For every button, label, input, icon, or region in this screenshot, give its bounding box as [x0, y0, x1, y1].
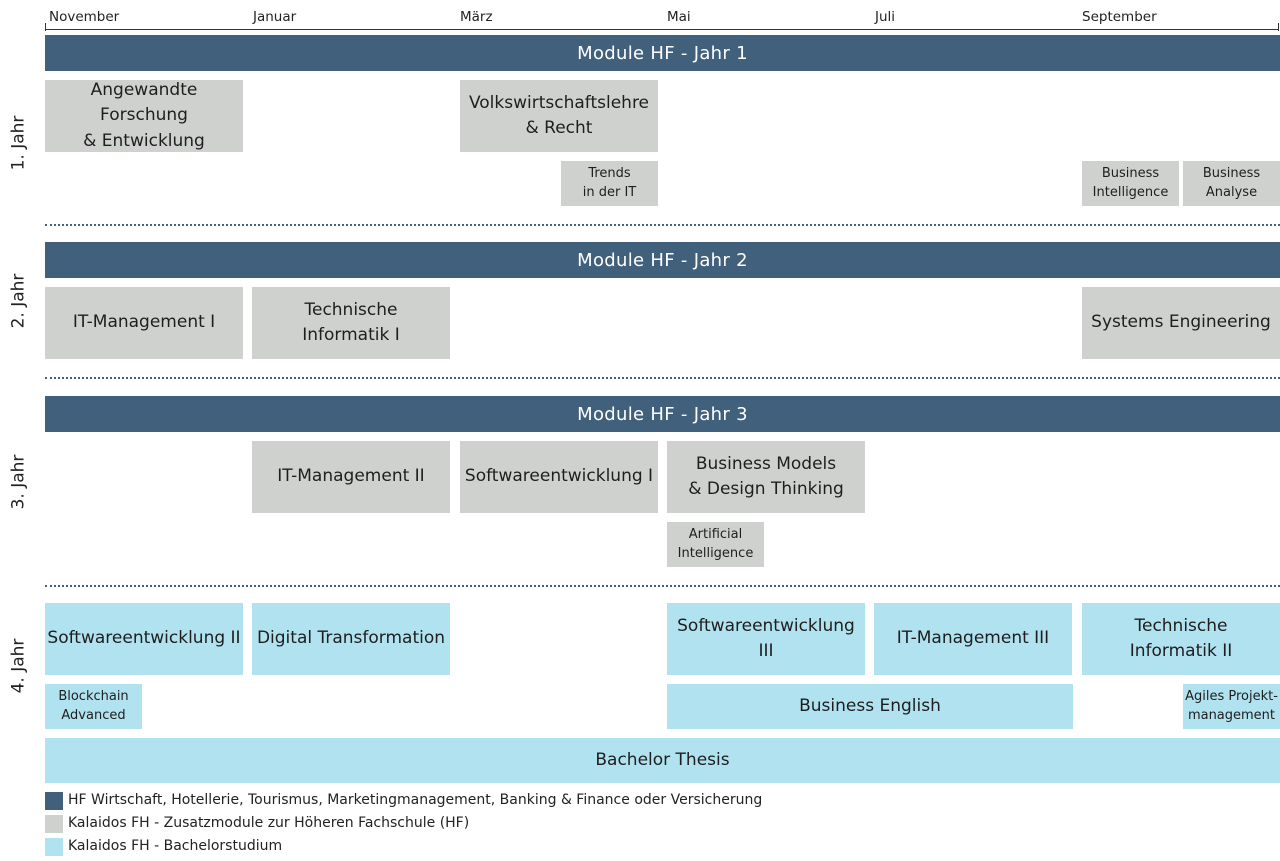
module-softwareentwicklung-3: Softwareentwicklung III [667, 603, 865, 675]
year-separator-3 [45, 585, 1280, 587]
month-maerz: März [460, 9, 493, 25]
module-technische-informatik-1: Technische Informatik I [252, 287, 450, 359]
module-blockchain-advanced: Blockchain Advanced [45, 684, 142, 729]
legend-swatch-zusatzmodule [45, 815, 63, 833]
module-bachelor-thesis: Bachelor Thesis [45, 738, 1280, 783]
module-softwareentwicklung-2: Softwareentwicklung II [45, 603, 243, 675]
module-digital-transformation: Digital Transformation [252, 603, 450, 675]
module-softwareentwicklung-1: Softwareentwicklung I [460, 441, 658, 513]
legend-swatch-hf [45, 792, 63, 810]
timeline-start-tick [45, 23, 46, 31]
year-separator-1 [45, 224, 1280, 226]
module-trends-in-der-it: Trends in der IT [561, 161, 658, 206]
year-label-3: 3. Jahr [8, 454, 29, 509]
legend-text-zusatzmodule: Kalaidos FH - Zusatzmodule zur Höheren F… [68, 815, 470, 831]
module-it-management-2: IT-Management II [252, 441, 450, 513]
hf-bar-year-2: Module HF - Jahr 2 [45, 242, 1280, 278]
timeline-axis [45, 29, 1278, 30]
month-mai: Mai [667, 9, 691, 25]
module-business-intelligence: Business Intelligence [1082, 161, 1179, 206]
legend-swatch-bachelor [45, 838, 63, 856]
year-label-4: 4. Jahr [8, 638, 29, 694]
legend-text-bachelor: Kalaidos FH - Bachelorstudium [68, 838, 283, 854]
year-label-1: 1. Jahr [8, 115, 29, 171]
module-agiles-projektmanagement: Agiles Projekt- management [1183, 684, 1280, 729]
module-it-management-3: IT-Management III [874, 603, 1072, 675]
hf-bar-year-3: Module HF - Jahr 3 [45, 396, 1280, 432]
month-januar: Januar [253, 9, 297, 25]
module-artificial-intelligence: Artificial Intelligence [667, 522, 764, 567]
month-september: September [1082, 9, 1157, 25]
module-it-management-1: IT-Management I [45, 287, 243, 359]
year-separator-2 [45, 377, 1280, 379]
month-juli: Juli [875, 9, 896, 25]
module-systems-engineering: Systems Engineering [1082, 287, 1280, 359]
legend-text-hf: HF Wirtschaft, Hotellerie, Tourismus, Ma… [68, 792, 763, 808]
module-angewandte-forschung: Angewandte Forschung & Entwicklung [45, 80, 243, 152]
module-business-english: Business English [667, 684, 1073, 729]
year-label-2: 2. Jahr [8, 273, 29, 328]
module-volkswirtschaftslehre: Volkswirtschaftslehre & Recht [460, 80, 658, 152]
month-november: November [49, 9, 120, 25]
module-business-models: Business Models & Design Thinking [667, 441, 865, 513]
module-technische-informatik-2: Technische Informatik II [1082, 603, 1280, 675]
module-business-analyse: Business Analyse [1183, 161, 1280, 206]
hf-bar-year-1: Module HF - Jahr 1 [45, 35, 1280, 71]
timeline-end-tick [1278, 23, 1279, 31]
